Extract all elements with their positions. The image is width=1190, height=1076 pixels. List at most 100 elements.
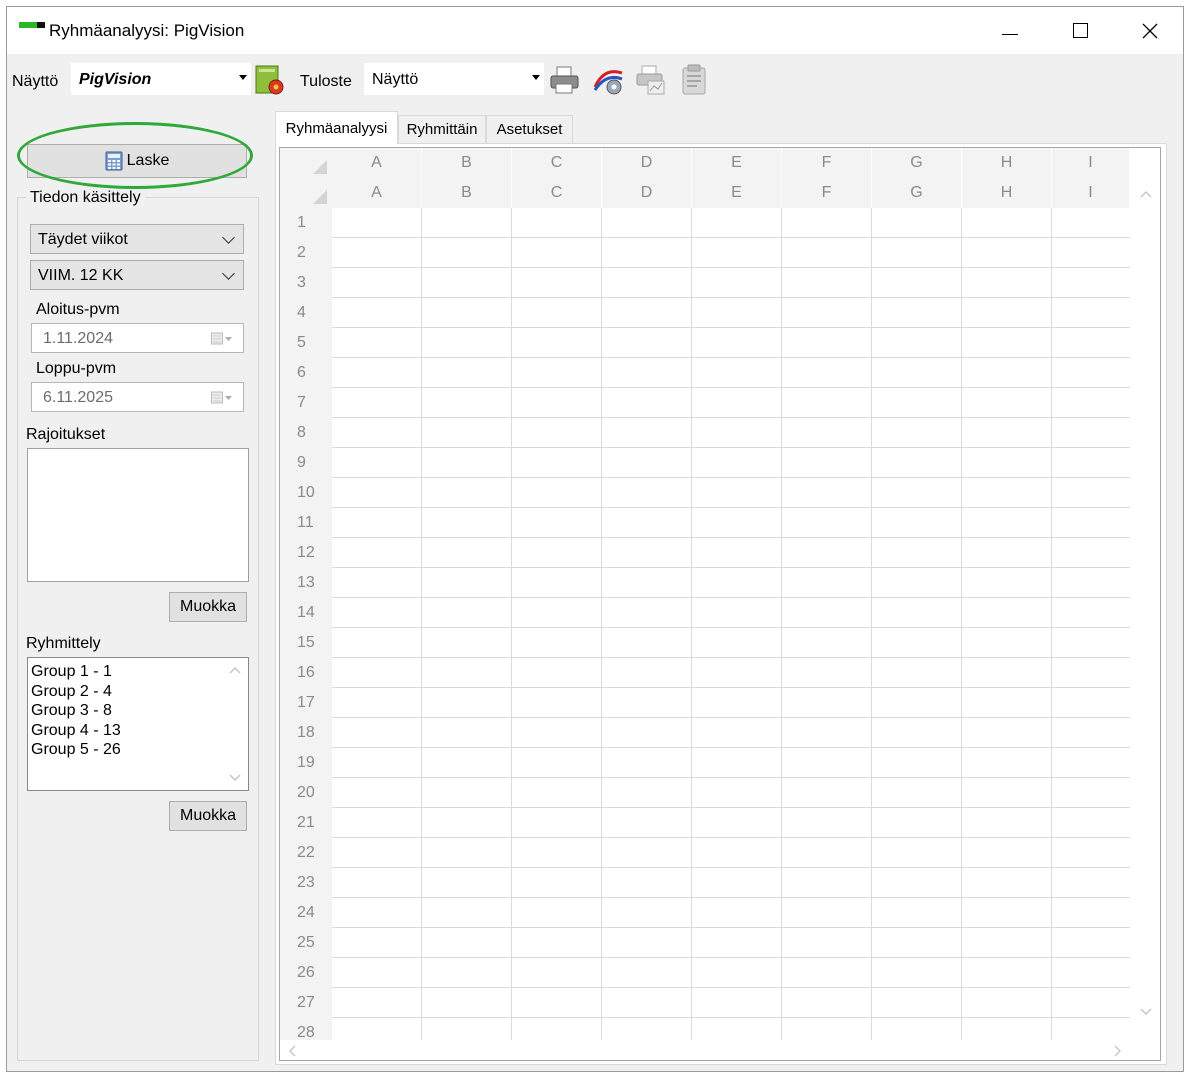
calendar-dropdown-icon[interactable] (211, 391, 233, 405)
row-header[interactable]: 19 (280, 748, 332, 778)
spreadsheet-panel: ABCDEFGHI ABCDEFGHI 1 2 3 4 5 6 7 8 9 10 11 12 13 14 1… (275, 143, 1167, 1065)
row-header[interactable]: 25 (280, 928, 332, 958)
grouping-list[interactable]: Group 1 - 1 Group 2 - 4 Group 3 - 8 Grou… (27, 657, 249, 791)
row-header[interactable]: 15 (280, 628, 332, 658)
column-header[interactable]: G (872, 178, 962, 208)
row-header[interactable]: 9 (280, 448, 332, 478)
maximize-button[interactable] (1045, 7, 1115, 54)
row-header[interactable]: 21 (280, 808, 332, 838)
list-item[interactable]: Group 5 - 26 (28, 740, 248, 760)
row-header[interactable]: 2 (280, 238, 332, 268)
column-header[interactable]: D (602, 148, 692, 178)
print-combo[interactable]: Näyttö (364, 63, 544, 95)
column-header[interactable]: H (962, 148, 1052, 178)
dropdown-arrow-icon (532, 75, 540, 80)
chevron-up-icon[interactable] (229, 666, 241, 674)
weeks-select-value: Täydet viikot (38, 231, 128, 248)
left-panel: Laske Tiedon käsittely Täydet viikot VII… (17, 122, 259, 1061)
chevron-down-icon[interactable] (1140, 1008, 1152, 1016)
column-header[interactable]: A (332, 178, 422, 208)
period-select-value: VIIM. 12 KK (38, 267, 124, 284)
corner-header[interactable] (280, 178, 332, 208)
display-combo[interactable]: PigVision (71, 63, 251, 95)
tab-settings[interactable]: Asetukset (486, 115, 573, 143)
row-header[interactable]: 5 (280, 328, 332, 358)
row-header[interactable]: 16 (280, 658, 332, 688)
minimize-button[interactable] (975, 7, 1045, 54)
chart-settings-icon[interactable] (592, 63, 626, 97)
tab-group-analysis[interactable]: Ryhmäanalyysi (275, 111, 398, 144)
chevron-down-icon[interactable] (229, 774, 241, 782)
chevron-up-icon[interactable] (1140, 190, 1152, 198)
column-header[interactable]: C (512, 148, 602, 178)
start-date-picker[interactable]: 1.11.2024 (31, 323, 244, 353)
column-header[interactable]: E (692, 178, 782, 208)
list-item[interactable]: Group 3 - 8 (28, 701, 248, 721)
weeks-select[interactable]: Täydet viikot (30, 224, 244, 254)
restrictions-list[interactable] (27, 448, 249, 582)
list-item[interactable]: Group 1 - 1 (28, 662, 248, 682)
data-handling-group: Tiedon käsittely Täydet viikot VIIM. 12 … (17, 189, 259, 1061)
chevron-right-icon[interactable] (1114, 1045, 1122, 1057)
list-item[interactable]: Group 2 - 4 (28, 682, 248, 702)
maximize-icon (1072, 23, 1088, 38)
column-header[interactable]: B (422, 148, 512, 178)
column-header[interactable]: A (332, 148, 422, 178)
sheet-vertical-scrollbar[interactable] (1130, 178, 1160, 1042)
row-header[interactable]: 14 (280, 598, 332, 628)
row-header[interactable]: 13 (280, 568, 332, 598)
grouping-scrollbar[interactable] (222, 658, 248, 790)
period-select[interactable]: VIIM. 12 KK (30, 260, 244, 290)
column-header[interactable]: F (782, 148, 872, 178)
column-header[interactable]: H (962, 178, 1052, 208)
row-header[interactable]: 18 (280, 718, 332, 748)
grouping-items: Group 1 - 1 Group 2 - 4 Group 3 - 8 Grou… (28, 658, 248, 760)
row-header[interactable]: 20 (280, 778, 332, 808)
column-header[interactable]: F (782, 178, 872, 208)
sheet-horizontal-scrollbar[interactable] (280, 1040, 1130, 1060)
tab-by-group[interactable]: Ryhmittäin (398, 115, 486, 143)
row-header[interactable]: 6 (280, 358, 332, 388)
edit-grouping-button[interactable]: Muokka (169, 801, 247, 831)
row-header[interactable]: 7 (280, 388, 332, 418)
row-header[interactable]: 3 (280, 268, 332, 298)
column-header[interactable]: G (872, 148, 962, 178)
data-handling-title: Tiedon käsittely (26, 189, 145, 207)
close-button[interactable] (1115, 7, 1185, 54)
start-date-label: Aloitus-pvm (36, 301, 120, 318)
spreadsheet[interactable]: ABCDEFGHI ABCDEFGHI 1 2 3 4 5 6 7 8 9 10 11 12 13 14 1… (279, 147, 1161, 1061)
end-date-picker[interactable]: 6.11.2025 (31, 382, 244, 412)
row-header[interactable]: 26 (280, 958, 332, 988)
row-header[interactable]: 27 (280, 988, 332, 1018)
row-header[interactable]: 4 (280, 298, 332, 328)
column-header[interactable]: I (1052, 178, 1130, 208)
app-logo-icon (19, 22, 45, 28)
edit-restrictions-button[interactable]: Muokka (169, 592, 247, 622)
column-header[interactable]: D (602, 178, 692, 208)
column-header[interactable]: B (422, 178, 512, 208)
cell-grid[interactable] (332, 208, 1130, 1042)
calendar-dropdown-icon[interactable] (211, 332, 233, 346)
print-chart-icon (636, 65, 665, 95)
chevron-left-icon[interactable] (288, 1045, 296, 1057)
highlight-oval (17, 122, 253, 189)
row-header[interactable]: 22 (280, 838, 332, 868)
list-item[interactable]: Group 4 - 13 (28, 721, 248, 741)
row-header[interactable]: 10 (280, 478, 332, 508)
row-header[interactable]: 12 (280, 538, 332, 568)
row-header[interactable]: 17 (280, 688, 332, 718)
row-header[interactable]: 1 (280, 208, 332, 238)
chevron-down-icon (222, 231, 235, 244)
row-header[interactable]: 24 (280, 898, 332, 928)
column-header[interactable]: E (692, 148, 782, 178)
select-all-icon (313, 160, 327, 174)
report-settings-icon[interactable] (254, 63, 288, 97)
printer-icon[interactable] (548, 63, 582, 97)
frozen-corner-header[interactable] (280, 148, 332, 178)
column-header[interactable]: C (512, 178, 602, 208)
row-header[interactable]: 11 (280, 508, 332, 538)
row-header[interactable]: 8 (280, 418, 332, 448)
end-date-label: Loppu-pvm (36, 360, 117, 377)
row-header[interactable]: 23 (280, 868, 332, 898)
column-header[interactable]: I (1052, 148, 1130, 178)
